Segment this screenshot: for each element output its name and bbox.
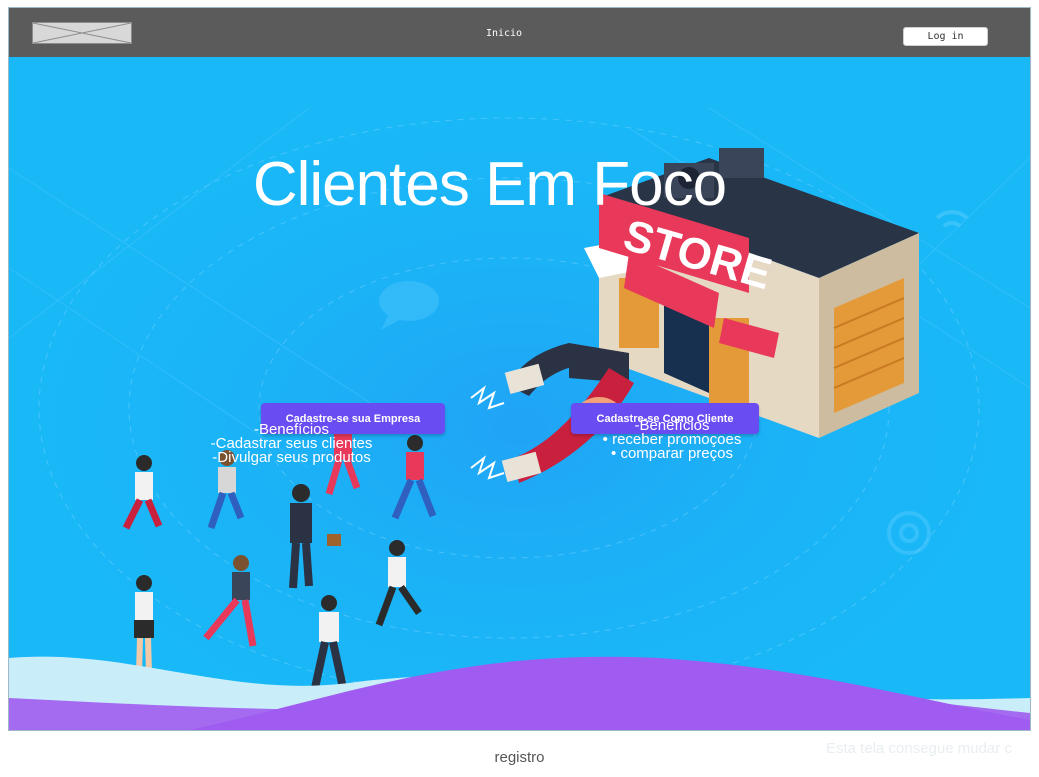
logo-placeholder[interactable] xyxy=(32,22,132,44)
client-benefits: -Benefícios receber promoçoes comparar p… xyxy=(597,418,747,461)
client-benefit-item: comparar preços xyxy=(597,446,747,461)
company-benefits: -Benefícios -Cadastrar seus clientes -Di… xyxy=(209,422,374,466)
hero-title: Clientes Em Foco xyxy=(252,150,727,219)
nav-link-home[interactable]: Inicio xyxy=(449,28,559,39)
hero-section: STORE Clientes Em Foco Cadastre-se sua E… xyxy=(9,57,1030,730)
mockup-frame: Inicio Log in STORE Clientes Em Foco Cad… xyxy=(8,7,1031,731)
top-navbar: Inicio Log in xyxy=(9,8,1030,57)
company-benefit-item: -Divulgar seus produtos xyxy=(212,449,371,466)
side-note-faded: Esta tela consegue mudar c xyxy=(826,740,1012,757)
login-button[interactable]: Log in xyxy=(903,27,988,46)
image-placeholder-icon xyxy=(33,23,131,43)
